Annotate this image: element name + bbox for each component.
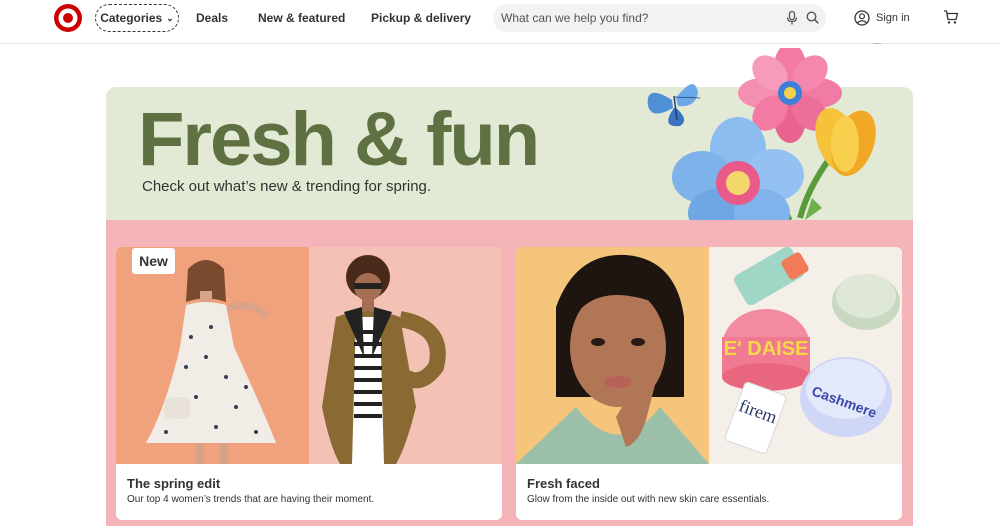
categories-button[interactable]: Categories ⌄ <box>95 4 179 32</box>
nav-deals[interactable]: Deals <box>196 11 228 25</box>
target-logo-icon[interactable] <box>53 3 83 33</box>
search-input[interactable] <box>493 4 773 32</box>
microphone-icon[interactable] <box>786 11 798 25</box>
card-fresh-faced[interactable]: E' DAISE Cashmere firem Fresh faced Glow… <box>516 247 902 520</box>
product-label-daise: E' DAISE <box>724 338 809 360</box>
site-header: Categories ⌄ Deals New & featured Pickup… <box>0 0 1000 44</box>
spring-flowers-illustration <box>647 48 876 237</box>
sign-in-label: Sign in <box>876 12 910 24</box>
banner-headline: Fresh & fun <box>138 97 540 182</box>
butterfly-icon <box>647 84 701 127</box>
nav-pickup-delivery[interactable]: Pickup & delivery <box>371 11 471 25</box>
card-spring-edit[interactable]: New The spring edit Our top 4 women’s tr… <box>116 247 502 520</box>
card-title: Fresh faced <box>527 476 600 491</box>
search-icon[interactable] <box>806 11 819 24</box>
categories-label: Categories <box>100 11 163 25</box>
card-title: The spring edit <box>127 476 221 491</box>
cart-icon[interactable] <box>943 9 959 25</box>
search-bar <box>493 4 826 32</box>
account-icon <box>854 10 870 26</box>
card-description: Our top 4 women’s trends that are having… <box>127 494 375 505</box>
spring-fashion-image <box>116 247 502 464</box>
banner-subline: Check out what’s new & trending for spri… <box>142 178 432 195</box>
sign-in-button[interactable]: Sign in <box>854 9 910 27</box>
skin-care-image: E' DAISE Cashmere firem <box>516 247 902 464</box>
chevron-down-icon: ⌄ <box>166 12 174 23</box>
card-description: Glow from the inside out with new skin c… <box>527 494 770 505</box>
divider <box>873 40 881 44</box>
nav-new-featured[interactable]: New & featured <box>258 11 345 25</box>
new-badge: New <box>132 248 175 274</box>
